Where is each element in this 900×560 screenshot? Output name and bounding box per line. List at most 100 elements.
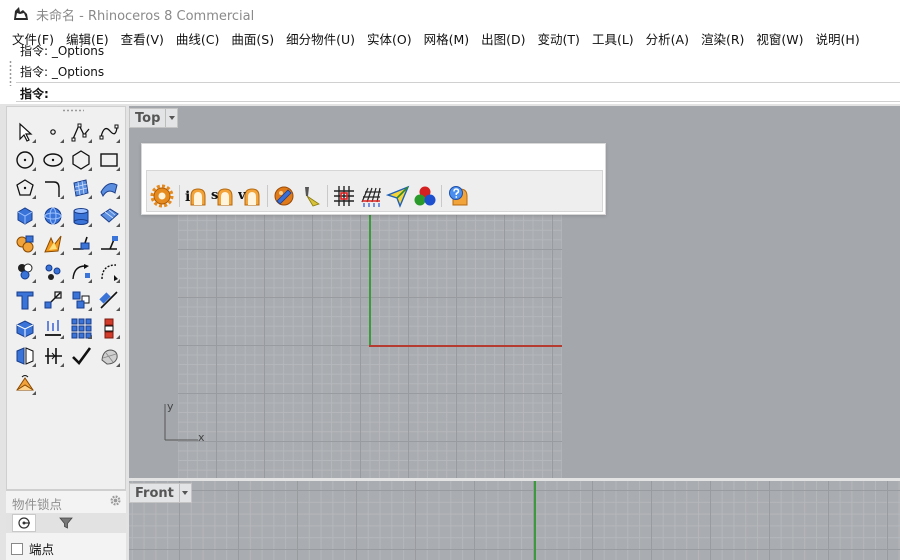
viewport-title: Front (135, 485, 174, 501)
viewport-tab-front[interactable]: Front (129, 483, 192, 503)
menu-analyze[interactable]: 分析(A) (640, 29, 695, 48)
help-button[interactable] (445, 183, 471, 209)
y-axis-line (369, 206, 371, 346)
split-button[interactable] (97, 232, 121, 256)
dimension-button[interactable] (97, 288, 121, 312)
menu-help[interactable]: 说明(H) (810, 29, 866, 48)
join-button[interactable] (41, 344, 65, 368)
flyout-indicator (60, 167, 64, 171)
i-tool-button[interactable]: i (183, 183, 209, 209)
flyout-indicator (32, 251, 36, 255)
menu-render[interactable]: 渲染(R) (695, 29, 750, 48)
rebuild-button[interactable] (69, 260, 93, 284)
main-toolbar (6, 106, 126, 490)
light-icon (305, 187, 320, 207)
menu-view[interactable]: 查看(V) (115, 29, 170, 48)
menu-bar: 文件(F) 编辑(E) 查看(V) 曲线(C) 曲面(S) 细分物件(U) 实体… (0, 28, 900, 48)
v-tool-button[interactable]: v (237, 183, 263, 209)
cylinder-button[interactable] (69, 204, 93, 228)
render-settings-button[interactable] (149, 183, 175, 209)
material-button[interactable] (271, 183, 297, 209)
text-button[interactable] (13, 288, 37, 312)
osnap-panel: 物件锁点 端点 (6, 490, 126, 560)
mirror-button[interactable] (13, 344, 37, 368)
tab-selection-filter[interactable] (54, 514, 78, 532)
fillet-curve-button[interactable] (13, 176, 37, 200)
flyout-indicator (116, 195, 120, 199)
project-button[interactable] (13, 372, 37, 396)
tab-osnap[interactable] (12, 514, 36, 532)
menu-transform[interactable]: 变动(T) (532, 29, 586, 48)
sphere-button[interactable] (41, 204, 65, 228)
flyout-indicator (32, 307, 36, 311)
grid-snap-button[interactable] (331, 183, 357, 209)
menu-tools[interactable]: 工具(L) (586, 29, 640, 48)
light-button[interactable] (298, 183, 324, 209)
floating-toolbar: i s v (141, 143, 606, 215)
command-input[interactable] (66, 83, 886, 101)
viewport-front[interactable]: Front (129, 481, 900, 560)
gear-icon[interactable] (109, 494, 122, 507)
send-button[interactable] (385, 183, 411, 209)
flyout-indicator (32, 139, 36, 143)
point-button[interactable] (41, 120, 65, 144)
mesh-button[interactable] (97, 344, 121, 368)
flyout-indicator (32, 363, 36, 367)
menu-surface[interactable]: 曲面(S) (225, 29, 280, 48)
surface-patch-button[interactable] (97, 204, 121, 228)
osnap-option-row[interactable]: 端点 (11, 539, 54, 558)
toolbar-separator (179, 185, 180, 207)
chevron-down-icon[interactable] (165, 109, 177, 127)
flyout-indicator (88, 279, 92, 283)
polyline-button[interactable] (69, 120, 93, 144)
menu-dimension[interactable]: 出图(D) (475, 29, 531, 48)
box-button[interactable] (13, 204, 37, 228)
flyout-indicator (32, 167, 36, 171)
help-icon (449, 186, 468, 206)
perspective-grid-icon (361, 187, 381, 207)
viewport-tab-top[interactable]: Top (129, 108, 179, 128)
perspective-grid-button[interactable] (358, 183, 384, 209)
polygon-button[interactable] (69, 148, 93, 172)
osnap-checkbox[interactable] (11, 542, 23, 555)
align-button[interactable] (41, 316, 65, 340)
align-vertical-button[interactable] (97, 316, 121, 340)
offset-curve-button[interactable] (41, 176, 65, 200)
i-tool-icon: i (185, 188, 206, 206)
flyout-indicator (116, 335, 120, 339)
osnap-option-label: 端点 (29, 542, 55, 557)
s-tool-button[interactable]: s (210, 183, 236, 209)
menu-curve[interactable]: 曲线(C) (170, 29, 225, 48)
scale-button[interactable] (41, 288, 65, 312)
command-grip-handle[interactable] (9, 60, 12, 86)
select-arrow-button[interactable] (13, 120, 37, 144)
distribute-button[interactable] (69, 288, 93, 312)
toolbar-grip-handle[interactable] (62, 109, 84, 112)
menu-solid[interactable]: 实体(O) (361, 29, 418, 48)
curve-button[interactable] (97, 120, 121, 144)
chevron-down-icon[interactable] (178, 484, 191, 502)
explode-button[interactable] (41, 232, 65, 256)
color-balls-button[interactable] (412, 183, 438, 209)
check-button[interactable] (69, 344, 93, 368)
extrude-surface-button[interactable] (97, 176, 121, 200)
menu-panels[interactable]: 视窗(W) (750, 29, 809, 48)
menu-mesh[interactable]: 网格(M) (418, 29, 476, 48)
trim-button[interactable] (69, 232, 93, 256)
menu-subd[interactable]: 细分物件(U) (280, 29, 361, 48)
rhino-logo-icon (12, 5, 30, 23)
array-grid-button[interactable] (69, 316, 93, 340)
toolbar-separator (441, 185, 442, 207)
group-button[interactable] (13, 260, 37, 284)
axis-y-label: y (167, 400, 174, 413)
array-button[interactable] (41, 260, 65, 284)
ellipse-button[interactable] (41, 148, 65, 172)
surface-from-points-button[interactable] (69, 176, 93, 200)
fillet-edge-button[interactable] (97, 260, 121, 284)
flyout-indicator (88, 251, 92, 255)
command-prompt-row: 指令: (16, 82, 900, 102)
rectangle-button[interactable] (97, 148, 121, 172)
circle-button[interactable] (13, 148, 37, 172)
boolean-union-button[interactable] (13, 232, 37, 256)
solid-box-button[interactable] (13, 316, 37, 340)
